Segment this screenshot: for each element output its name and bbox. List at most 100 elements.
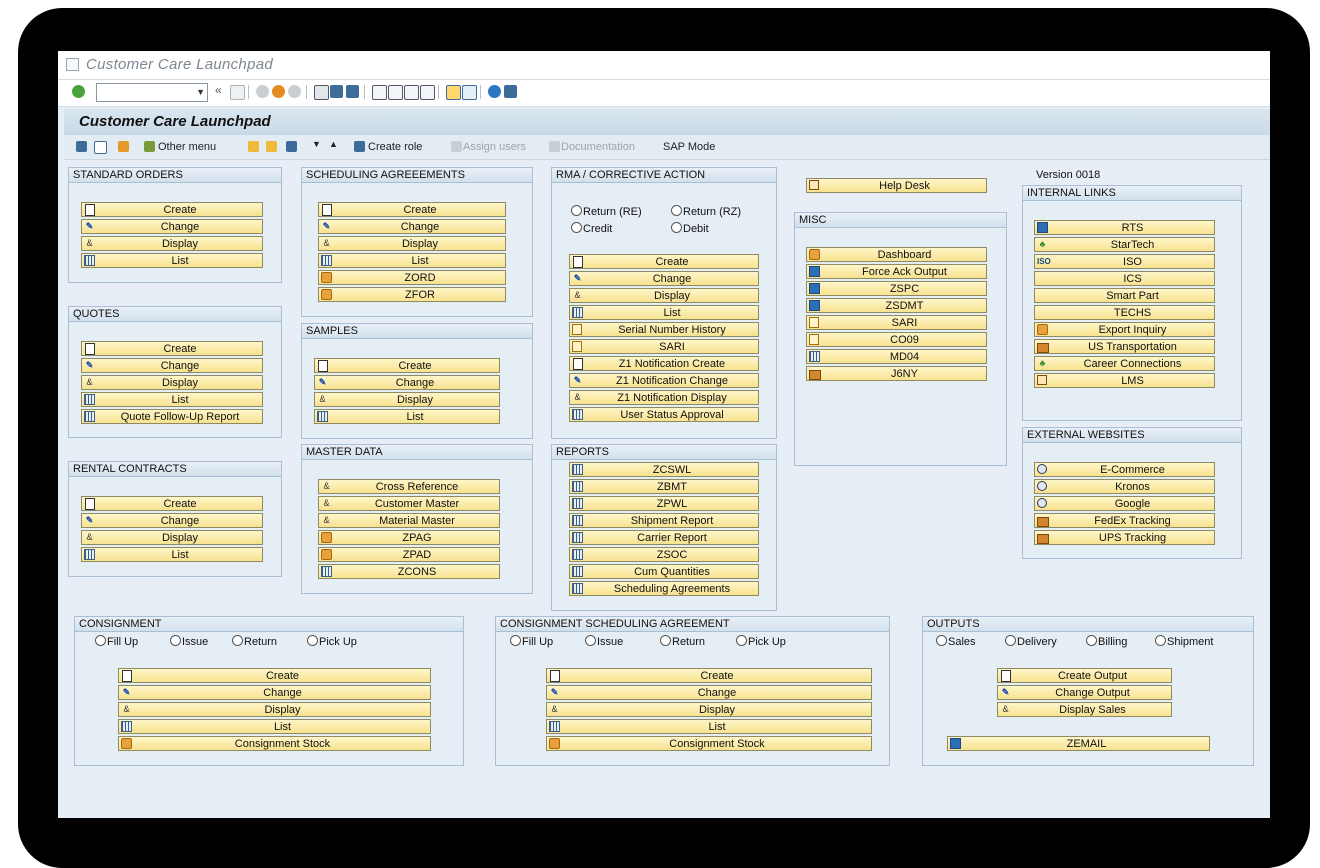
first-page-icon[interactable] [372,85,387,100]
scheduling-create-button[interactable]: Create [318,202,506,217]
layout-menu-icon[interactable] [504,85,517,98]
standard-order-create-button[interactable]: Create [81,202,263,217]
delete-favorite-icon[interactable] [266,141,277,152]
rma-list-button[interactable]: List [569,305,759,320]
debit-radio[interactable]: Debit [671,222,709,236]
iso-button[interactable]: ISO ISO [1034,254,1215,269]
rental-display-button[interactable]: & Display [81,530,263,545]
google-button[interactable]: Google [1034,496,1215,511]
quote-follow-up-report-button[interactable]: Quote Follow-Up Report [81,409,263,424]
sales-radio[interactable]: Sales [936,635,976,649]
scheduling-list-button[interactable]: List [318,253,506,268]
fill-up-radio[interactable]: Fill Up [95,635,138,649]
next-page-icon[interactable] [404,85,419,100]
scheduling-change-button[interactable]: ✎ Change [318,219,506,234]
quote-create-button[interactable]: Create [81,341,263,356]
favorites-icon[interactable] [76,141,87,152]
cons-sched-display-button[interactable]: & Display [546,702,872,717]
change-favorite-icon[interactable] [286,141,297,152]
move-up-icon[interactable]: ▲ [329,139,338,149]
consignment-change-button[interactable]: ✎ Change [118,685,431,700]
cancel-icon[interactable] [288,85,301,98]
create-role-button[interactable]: Create role [368,141,422,153]
cons-sched-list-button[interactable]: List [546,719,872,734]
material-master-button[interactable]: & Material Master [318,513,500,528]
return-radio[interactable]: Return [232,635,277,649]
zpwl-button[interactable]: ZPWL [569,496,759,511]
techs-button[interactable]: TECHS [1034,305,1215,320]
lms-button[interactable]: LMS [1034,373,1215,388]
enter-check-icon[interactable] [72,85,85,98]
add-favorite-icon[interactable] [248,141,259,152]
consignment-stock-button[interactable]: Consignment Stock [118,736,431,751]
create-role-icon[interactable] [354,141,365,152]
delivery-radio[interactable]: Delivery [1005,635,1057,649]
carrier-report-button[interactable]: Carrier Report [569,530,759,545]
change-output-button[interactable]: ✎ Change Output [997,685,1172,700]
zsdmt-button[interactable]: ZSDMT [806,298,987,313]
quote-list-button[interactable]: List [81,392,263,407]
help-icon[interactable] [488,85,501,98]
fill-up-radio[interactable]: Fill Up [510,635,553,649]
issue-radio[interactable]: Issue [585,635,623,649]
consignment-display-button[interactable]: & Display [118,702,431,717]
zfor-button[interactable]: ZFOR [318,287,506,302]
zbmt-button[interactable]: ZBMT [569,479,759,494]
z1-notification-display-button[interactable]: & Z1 Notification Display [569,390,759,405]
pick-up-radio[interactable]: Pick Up [736,635,786,649]
ups-tracking-button[interactable]: UPS Tracking [1034,530,1215,545]
samples-change-button[interactable]: ✎ Change [314,375,500,390]
e-commerce-button[interactable]: E-Commerce [1034,462,1215,477]
zemail-button[interactable]: ZEMAIL [947,736,1210,751]
credit-radio[interactable]: Credit [571,222,612,236]
zcons-button[interactable]: ZCONS [318,564,500,579]
quote-display-button[interactable]: & Display [81,375,263,390]
cross-reference-button[interactable]: & Cross Reference [318,479,500,494]
rma-change-button[interactable]: ✎ Change [569,271,759,286]
find-icon[interactable] [330,85,343,98]
z1-notification-change-button[interactable]: ✎ Z1 Notification Change [569,373,759,388]
zpad-button[interactable]: ZPAD [318,547,500,562]
zspc-button[interactable]: ZSPC [806,281,987,296]
return-re-radio[interactable]: Return (RE) [571,205,642,219]
standard-order-change-button[interactable]: ✎ Change [81,219,263,234]
standard-order-display-button[interactable]: & Display [81,236,263,251]
fedex-tracking-button[interactable]: FedEx Tracking [1034,513,1215,528]
cons-sched-create-button[interactable]: Create [546,668,872,683]
samples-display-button[interactable]: & Display [314,392,500,407]
last-page-icon[interactable] [420,85,435,100]
rma-display-button[interactable]: & Display [569,288,759,303]
shipment-radio[interactable]: Shipment [1155,635,1213,649]
force-ack-output-button[interactable]: Force Ack Output [806,264,987,279]
display-sales-button[interactable]: & Display Sales [997,702,1172,717]
consignment-create-button[interactable]: Create [118,668,431,683]
standard-order-list-button[interactable]: List [81,253,263,268]
sap-mode-button[interactable]: SAP Mode [663,141,715,153]
rts-button[interactable]: RTS [1034,220,1215,235]
j6ny-button[interactable]: J6NY [806,366,987,381]
startech-button[interactable]: ♣ StarTech [1034,237,1215,252]
print-icon[interactable] [314,85,329,100]
find-next-icon[interactable] [346,85,359,98]
z1-notification-create-button[interactable]: Z1 Notification Create [569,356,759,371]
career-connections-button[interactable]: ♣ Career Connections [1034,356,1215,371]
zcswl-button[interactable]: ZCSWL [569,462,759,477]
dashboard-button[interactable]: Dashboard [806,247,987,262]
return-radio[interactable]: Return [660,635,705,649]
rma-create-button[interactable]: Create [569,254,759,269]
export-inquiry-button[interactable]: Export Inquiry [1034,322,1215,337]
return-rz-radio[interactable]: Return (RZ) [671,205,741,219]
samples-create-button[interactable]: Create [314,358,500,373]
billing-radio[interactable]: Billing [1086,635,1127,649]
user-status-approval-button[interactable]: User Status Approval [569,407,759,422]
collapse-icon[interactable]: « [215,83,228,97]
md04-button[interactable]: MD04 [806,349,987,364]
back-icon[interactable] [256,85,269,98]
user-menu-icon[interactable] [94,141,107,154]
other-menu-icon[interactable] [144,141,155,152]
previous-page-icon[interactable] [388,85,403,100]
issue-radio[interactable]: Issue [170,635,208,649]
move-down-icon[interactable]: ▼ [312,139,321,149]
kronos-button[interactable]: Kronos [1034,479,1215,494]
customer-master-button[interactable]: & Customer Master [318,496,500,511]
